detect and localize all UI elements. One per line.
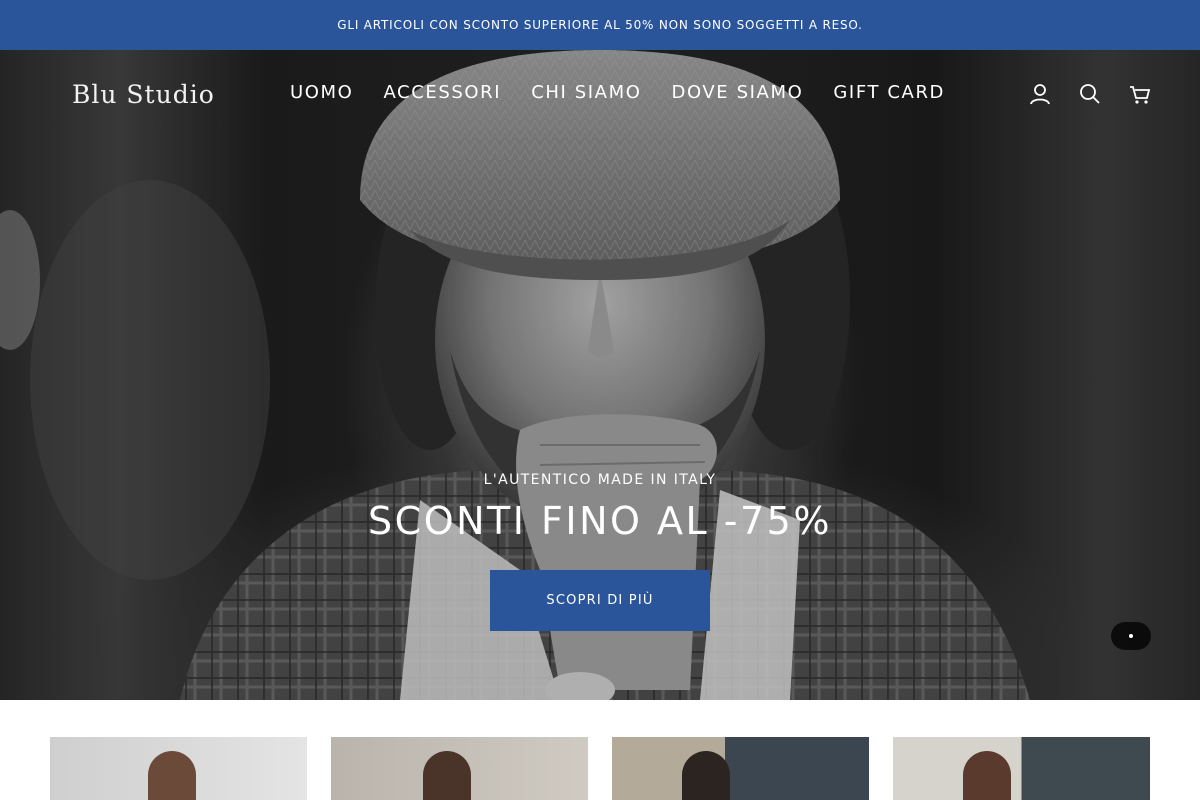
cart-icon[interactable]	[1129, 83, 1151, 105]
announcement-bar: GLI ARTICOLI CON SCONTO SUPERIORE AL 50%…	[0, 0, 1200, 50]
slide-dot[interactable]	[1129, 634, 1133, 638]
product-card-3[interactable]	[612, 737, 869, 800]
product-image	[682, 751, 730, 800]
hero-headline: SCONTI FINO AL -75%	[368, 499, 832, 543]
account-icon[interactable]	[1029, 83, 1051, 105]
product-card-1[interactable]	[50, 737, 307, 800]
nav-item-dove-siamo[interactable]: DOVE SIAMO	[671, 82, 803, 103]
nav-item-accessori[interactable]: ACCESSORI	[383, 82, 501, 103]
nav-item-gift-card[interactable]: GIFT CARD	[833, 82, 945, 103]
product-grid	[50, 737, 1150, 800]
product-card-2[interactable]	[331, 737, 588, 800]
nav-item-uomo[interactable]: UOMO	[290, 82, 353, 103]
search-icon[interactable]	[1079, 83, 1101, 105]
product-card-4[interactable]	[893, 737, 1150, 800]
product-image	[148, 751, 196, 800]
product-image	[963, 751, 1011, 800]
product-image	[423, 751, 471, 800]
announcement-text: GLI ARTICOLI CON SCONTO SUPERIORE AL 50%…	[337, 18, 863, 32]
brand-logo[interactable]: Blu Studio	[72, 80, 215, 109]
discover-more-button[interactable]: SCOPRI DI PIÙ	[490, 570, 710, 631]
main-nav: UOMO ACCESSORI CHI SIAMO DOVE SIAMO GIFT…	[290, 82, 945, 103]
nav-item-chi-siamo[interactable]: CHI SIAMO	[531, 82, 641, 103]
slide-indicator[interactable]	[1111, 622, 1151, 650]
hero-kicker: L'AUTENTICO MADE IN ITALY	[483, 472, 717, 488]
